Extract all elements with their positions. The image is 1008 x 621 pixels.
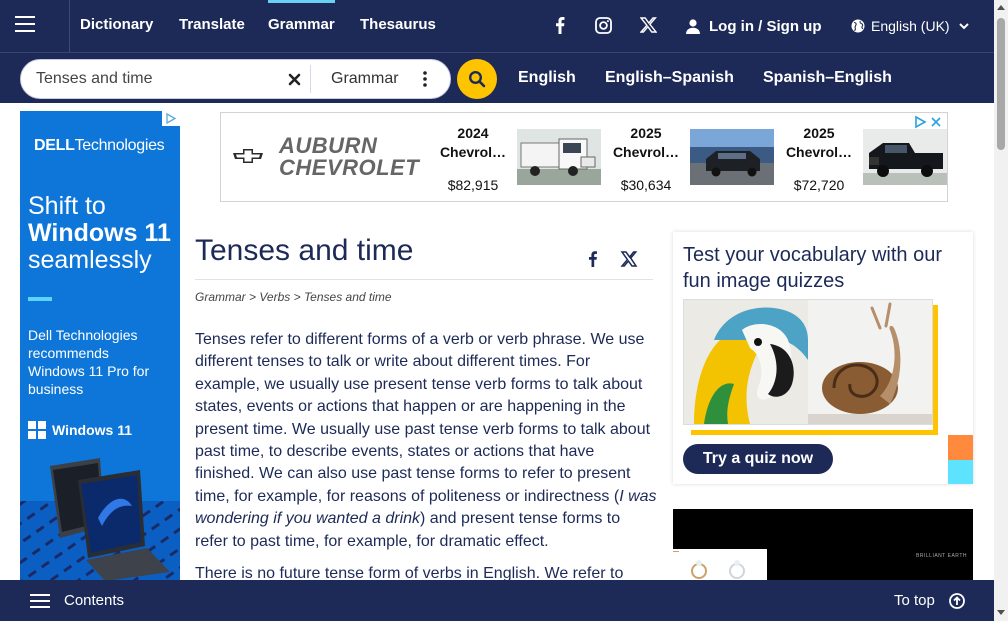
article-body: Tenses refer to different forms of a ver… [195,329,657,595]
contents-label: Contents [64,592,125,609]
quiz-decoration [948,435,973,460]
instagram-icon[interactable] [592,14,614,36]
breadcrumb-current[interactable]: Tenses and time [304,290,392,304]
quiz-accent [933,305,938,435]
quiz-title: Test your vocabulary with our fun image … [683,244,943,292]
share-x-icon[interactable] [620,250,638,268]
breadcrumb-separator: > [245,290,260,304]
title-divider [195,279,653,280]
login-link[interactable]: Log in / Sign up [686,0,821,52]
arrow-up-circle-icon [948,592,965,609]
chevrolet-logo [233,149,263,163]
try-quiz-button[interactable]: Try a quiz now [683,444,833,474]
dealer-name: AUBURN CHEVROLET [279,133,420,180]
dictionary-spanish-english[interactable]: Spanish–English [763,53,892,104]
search-button[interactable] [457,59,497,99]
chevron-down-icon [958,22,969,29]
nav-grammar[interactable]: Grammar [268,0,335,52]
x-twitter-icon[interactable] [637,14,659,36]
bottom-bar: Contents To top [0,580,994,621]
search-divider [310,65,311,93]
dictionary-english-spanish[interactable]: English–Spanish [605,53,734,104]
dictionary-english[interactable]: English [518,53,576,104]
chevrolet-banner-ad[interactable]: AUBURN CHEVROLET 2024 Chevrol… $82,915 2… [220,112,948,202]
laptop-image [20,458,180,581]
dell-ad[interactable]: DELLTechnologies Shift to Windows 11 sea… [20,111,180,581]
list-icon [30,593,50,608]
search-scope-selector[interactable]: Grammar [331,60,399,98]
ad-choices-icon[interactable] [913,115,927,129]
parrot-snail-image [684,300,932,424]
search-input[interactable] [36,60,286,98]
ad-subtext: Dell Technologies recommends Windows 11 … [28,327,150,397]
ad-headline: Shift to Windows 11 seamlessly [28,192,171,274]
nav-thesaurus[interactable]: Thesaurus [360,0,436,52]
search-box: Grammar [20,59,451,99]
suv-image [690,129,774,185]
truck-image [517,129,601,185]
nav-dictionary[interactable]: Dictionary [80,0,153,52]
car-offer[interactable]: 2024 Chevrol… $82,915 [423,113,601,201]
breadcrumb-separator: > [290,290,304,304]
search-bar: Grammar English English–Spanish Spanish–… [0,52,994,103]
page-scrollbar[interactable] [994,0,1008,621]
video-ad-brand: BRILLIANT EARTH [916,553,967,559]
scroll-up-arrow[interactable] [997,5,1005,10]
pickup-image [863,129,947,185]
video-ad[interactable]: BRILLIANT EARTH [673,509,973,581]
globe-icon [851,19,865,33]
scroll-down-arrow[interactable] [997,610,1005,615]
breadcrumb: Grammar > Verbs > Tenses and time [195,290,392,304]
quiz-promo: Test your vocabulary with our fun image … [673,232,973,484]
breadcrumb-grammar[interactable]: Grammar [195,290,246,304]
page-title: Tenses and time [195,234,414,267]
scroll-thumb[interactable] [997,18,1005,150]
breadcrumb-verbs[interactable]: Verbs [259,290,290,304]
top-navigation: Dictionary Translate Grammar Thesaurus L… [0,0,994,52]
language-selector[interactable]: English (UK) [851,0,969,52]
video-ad-panel [673,549,767,581]
nav-translate[interactable]: Translate [179,0,245,52]
user-icon [686,18,700,34]
car-offer[interactable]: 2025 Chevrol… $30,634 [596,113,774,201]
to-top-button[interactable]: To top [894,580,965,621]
ad-choices-icon[interactable] [162,111,180,126]
search-icon [468,70,486,88]
share-facebook-icon[interactable] [584,250,602,268]
menu-button[interactable] [0,0,70,52]
windows-logo: Windows 11 [28,421,132,439]
close-ad-icon[interactable] [929,115,943,129]
dell-logo: DELLTechnologies [34,137,165,154]
quiz-accent [691,430,938,435]
contents-button[interactable]: Contents [30,580,124,621]
more-options-icon[interactable] [419,70,431,88]
clear-search-icon[interactable] [286,70,304,88]
quiz-image[interactable] [683,299,933,425]
menu-icon-line [15,30,35,32]
login-label: Log in / Sign up [709,17,822,35]
article-paragraph: Tenses refer to different forms of a ver… [195,331,657,550]
facebook-icon[interactable] [549,14,571,36]
language-label: English (UK) [871,18,950,34]
to-top-label: To top [894,592,935,609]
windows-icon [28,421,46,439]
menu-icon-line [15,23,35,25]
menu-icon-line [15,16,35,18]
ad-accent-bar [28,297,52,301]
quiz-decoration [948,460,973,484]
